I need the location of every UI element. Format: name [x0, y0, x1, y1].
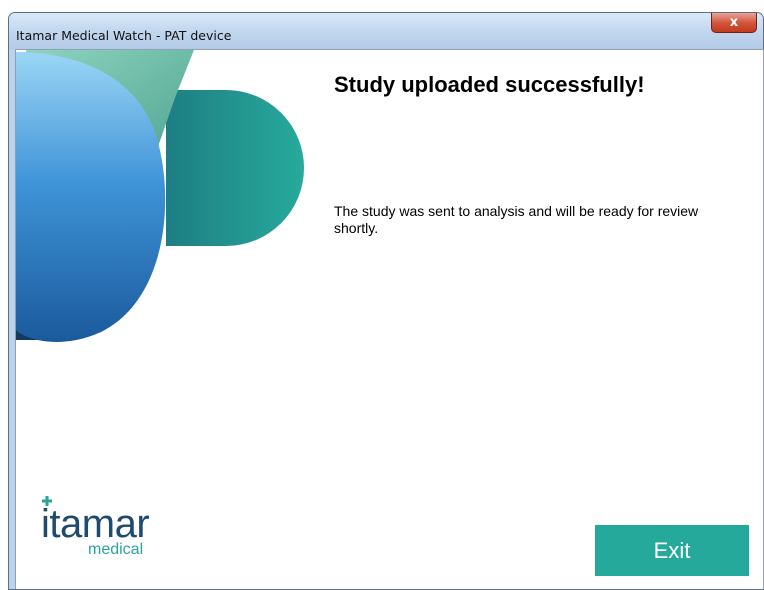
itamar-medical-logo: itamar medical	[41, 496, 171, 562]
success-heading: Study uploaded successfully!	[334, 72, 645, 97]
close-button[interactable]: x	[711, 13, 757, 33]
app-window: Itamar Medical Watch - PAT device x Stud…	[8, 12, 764, 590]
close-icon: x	[729, 15, 739, 30]
logo-tagline: medical	[88, 541, 144, 558]
exit-button[interactable]: Exit	[595, 525, 749, 576]
window-title: Itamar Medical Watch - PAT device	[16, 28, 232, 43]
brand-graphic	[16, 50, 304, 342]
status-message: The study was sent to analysis and will …	[334, 203, 699, 236]
title-bar[interactable]: Itamar Medical Watch - PAT device x	[9, 13, 763, 49]
dialog-content: Study uploaded successfully! The study w…	[15, 49, 764, 589]
